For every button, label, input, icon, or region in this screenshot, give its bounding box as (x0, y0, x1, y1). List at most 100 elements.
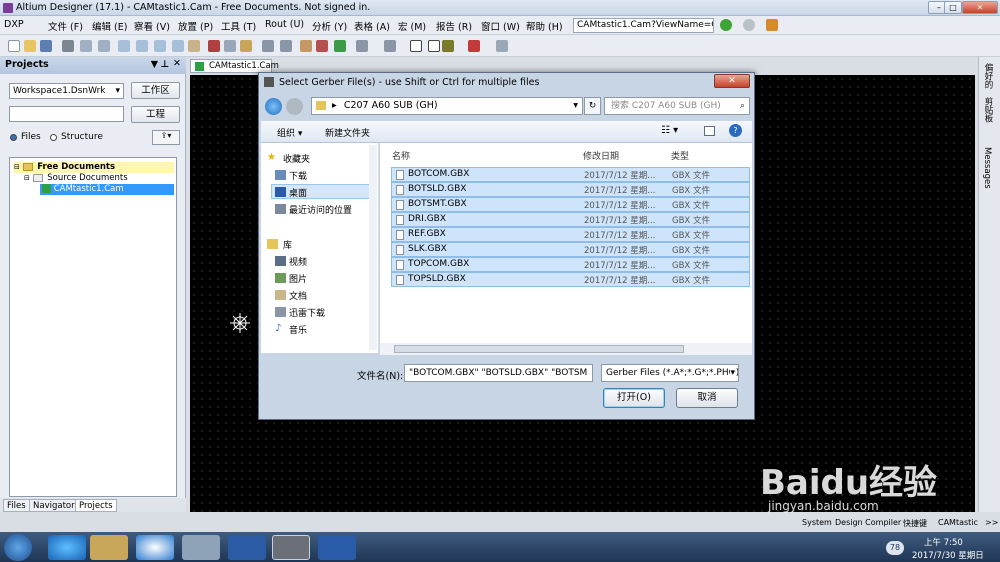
view-options-icon[interactable]: ☷ ▾ (661, 125, 678, 136)
project-options-button[interactable]: ⇪▾ (152, 130, 180, 145)
menu-file[interactable]: 文件 (F) (48, 19, 83, 33)
zoom-out-icon[interactable] (136, 40, 148, 52)
save-icon[interactable] (40, 40, 52, 52)
menu-place[interactable]: 放置 (P) (178, 19, 213, 33)
file-row[interactable]: BOTCOM.GBX 2017/7/12 星期... GBX 文件 (391, 167, 750, 182)
status-tab-camtastic[interactable]: CAMtastic (938, 518, 978, 527)
open-icon[interactable] (24, 40, 36, 52)
start-button[interactable] (4, 534, 32, 561)
nav-scrollbar[interactable] (369, 145, 377, 350)
altium-taskbar-icon[interactable] (272, 535, 310, 560)
project-select[interactable] (9, 106, 124, 122)
copy-icon[interactable] (224, 40, 236, 52)
address-bar[interactable]: ▸ C207 A60 SUB (GH) ▾ (311, 97, 583, 115)
organize-button[interactable]: 组织 ▾ (277, 126, 302, 139)
file-row[interactable]: BOTSMT.GBX 2017/7/12 星期... GBX 文件 (391, 197, 750, 212)
file-row[interactable]: SLK.GBX 2017/7/12 星期... GBX 文件 (391, 242, 750, 257)
file-row[interactable]: TOPCOM.GBX 2017/7/12 星期... GBX 文件 (391, 257, 750, 272)
tree-root[interactable]: ⊟ Free Documents (14, 162, 174, 173)
tab-clipboard[interactable]: 剪贴板 (982, 97, 994, 123)
workspace-button[interactable]: 工作区 (131, 82, 180, 99)
cancel-button[interactable]: 取消 (676, 388, 738, 408)
collapse-icon[interactable]: ⊟ (24, 174, 30, 182)
sogou-taskbar-icon[interactable] (136, 535, 174, 560)
select-rectangle-icon[interactable] (410, 40, 422, 52)
tab-navigator[interactable]: Navigator (29, 499, 79, 512)
status-tab-design-compiler[interactable]: Design Compiler (835, 518, 901, 527)
color-icon[interactable] (334, 40, 346, 52)
zoom-in-icon[interactable] (118, 40, 130, 52)
file-row[interactable]: BOTSLD.GBX 2017/7/12 星期... GBX 文件 (391, 182, 750, 197)
structure-radio[interactable] (50, 134, 57, 141)
measure-icon[interactable] (384, 40, 396, 52)
menu-macro[interactable]: 宏 (M) (398, 19, 426, 33)
nav-desktop[interactable]: 桌面 (289, 186, 307, 199)
explorer-taskbar-icon[interactable] (90, 535, 128, 560)
flag-icon[interactable] (468, 40, 480, 52)
ie-taskbar-icon[interactable] (48, 535, 86, 560)
hand-icon[interactable] (300, 40, 312, 52)
nav-pictures[interactable]: 图片 (289, 272, 307, 285)
zoom-selected-icon[interactable] (172, 40, 184, 52)
paste-icon[interactable] (240, 40, 252, 52)
project-button[interactable]: 工程 (131, 106, 180, 123)
forward-arrow-icon[interactable] (286, 98, 303, 115)
status-tab-shortcuts[interactable]: 快捷键 (903, 518, 927, 529)
tab-messages[interactable]: Messages (982, 147, 992, 189)
help-icon[interactable]: ? (729, 124, 742, 137)
nav-documents[interactable]: 文档 (289, 289, 307, 302)
pan-icon[interactable] (188, 40, 200, 52)
column-type[interactable]: 类型 (671, 149, 689, 162)
back-icon[interactable] (720, 19, 732, 31)
maximize-button[interactable]: □ (944, 1, 962, 14)
badge-icon[interactable]: 78 (886, 541, 904, 555)
file-row[interactable]: DRI.GBX 2017/7/12 星期... GBX 文件 (391, 212, 750, 227)
zoom-fit-icon[interactable] (98, 40, 110, 52)
tab-projects[interactable]: Projects (75, 499, 117, 512)
files-radio[interactable] (10, 134, 17, 141)
nav-library[interactable]: 库 (283, 238, 292, 251)
home-icon[interactable] (766, 19, 778, 31)
menu-analysis[interactable]: 分析 (Y) (312, 19, 347, 33)
document-tab[interactable]: CAMtastic1.Cam (190, 59, 279, 73)
nav-downloads[interactable]: 下载 (289, 169, 307, 182)
tab-favorites[interactable]: 偏好的 (982, 63, 994, 89)
menu-window[interactable]: 窗口 (W) (481, 19, 520, 33)
print-icon[interactable] (62, 40, 74, 52)
rotate-icon[interactable] (356, 40, 368, 52)
wizard-icon[interactable] (442, 40, 454, 52)
filetype-select[interactable]: Gerber Files (*.A*;*.G*;*.PHO) ▾ (601, 364, 739, 382)
menu-help[interactable]: 帮助 (H) (526, 19, 563, 33)
tab-files[interactable]: Files (3, 499, 30, 512)
collapse-icon[interactable]: ⊟ (14, 163, 20, 171)
search-input[interactable]: 搜索 C207 A60 SUB (GH) ⌕ (604, 97, 750, 115)
pin-icon[interactable]: ⊥ (160, 59, 169, 70)
preview-pane-icon[interactable] (704, 126, 715, 136)
undo-icon[interactable] (262, 40, 274, 52)
menu-rout[interactable]: Rout (U) (265, 19, 304, 30)
nav-videos[interactable]: 视频 (289, 255, 307, 268)
clock-time[interactable]: 上午 7:50 (924, 536, 963, 548)
zoom-area-icon[interactable] (154, 40, 166, 52)
menu-reports[interactable]: 报告 (R) (436, 19, 472, 33)
close-button[interactable]: ✕ (962, 1, 998, 14)
redo-icon[interactable] (280, 40, 292, 52)
word-taskbar-icon[interactable] (318, 535, 356, 560)
file-row[interactable]: TOPSLD.GBX 2017/7/12 星期... GBX 文件 (391, 272, 750, 287)
new-icon[interactable] (8, 40, 20, 52)
menu-view[interactable]: 察看 (V) (134, 19, 170, 33)
tree-folder[interactable]: ⊟ Source Documents (24, 173, 128, 184)
file-row[interactable]: REF.GBX 2017/7/12 星期... GBX 文件 (391, 227, 750, 242)
column-name[interactable]: 名称 (392, 149, 410, 162)
panel-close-icon[interactable]: ✕ (173, 58, 181, 69)
print-preview-icon[interactable] (80, 40, 92, 52)
open-button[interactable]: 打开(O) (603, 388, 665, 408)
chevron-down-icon[interactable]: ▾ (573, 98, 578, 114)
layers-icon[interactable] (316, 40, 328, 52)
menu-dxp[interactable]: DXP (4, 19, 24, 30)
refresh-icon[interactable]: ↻ (584, 97, 601, 115)
grid-icon[interactable] (496, 40, 508, 52)
back-arrow-icon[interactable] (265, 98, 282, 115)
new-folder-button[interactable]: 新建文件夹 (325, 126, 370, 139)
file-list-scrollbar[interactable] (380, 343, 752, 355)
